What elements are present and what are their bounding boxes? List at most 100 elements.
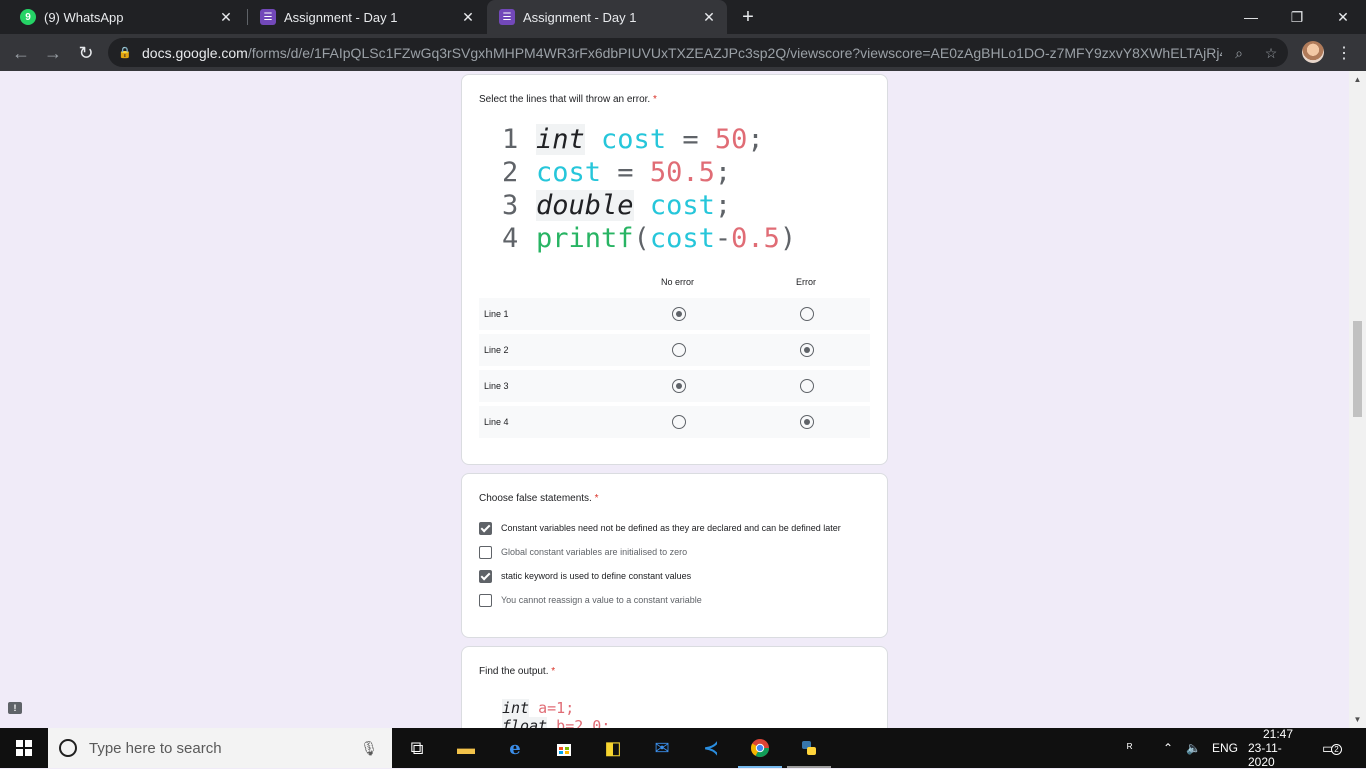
close-tab-icon[interactable]: ✕ xyxy=(699,7,719,27)
checkbox[interactable] xyxy=(479,521,492,535)
code-token: cost xyxy=(649,223,715,254)
minimize-button[interactable]: — xyxy=(1228,0,1274,34)
code-token: printf xyxy=(536,223,634,254)
mail-icon[interactable]: ✉ xyxy=(646,734,678,762)
column-header-error: Error xyxy=(796,277,816,287)
chrome-icon[interactable] xyxy=(744,734,776,762)
question-card-checkbox: Choose false statements. * Constant vari… xyxy=(461,473,888,638)
scrollbar-thumb[interactable] xyxy=(1353,321,1362,417)
back-icon[interactable]: ← xyxy=(9,41,33,65)
tab-whatsapp[interactable]: 9 (9) WhatsApp ✕ xyxy=(8,0,244,34)
restore-button[interactable]: ❐ xyxy=(1274,0,1320,34)
code-token: ; xyxy=(747,124,764,155)
store-icon[interactable] xyxy=(548,734,580,762)
code-line: float b=2.0; xyxy=(502,717,610,728)
code-line: 2 cost = 50.5; xyxy=(502,156,796,189)
code-line: 3 double cost; xyxy=(502,189,796,222)
task-view-icon[interactable]: ⧉ xyxy=(401,734,433,762)
taskbar-search-box[interactable]: Type here to search 🎙 xyxy=(48,728,392,768)
chrome-menu-icon[interactable]: ⋮ xyxy=(1336,43,1352,62)
row-label: Line 4 xyxy=(484,417,509,427)
radio-line2-error[interactable] xyxy=(800,343,814,357)
required-asterisk: * xyxy=(551,666,556,677)
forward-icon[interactable]: → xyxy=(41,41,65,65)
line-number: 1 xyxy=(502,124,519,155)
row-label: Line 1 xyxy=(484,309,509,319)
close-tab-icon[interactable]: ✕ xyxy=(458,7,478,27)
reload-icon[interactable]: ↻ xyxy=(74,41,98,65)
question-title: Choose false statements. * xyxy=(479,493,599,504)
grid-row-line-4: Line 4 xyxy=(479,406,870,438)
whatsapp-icon: 9 xyxy=(20,9,36,25)
scroll-down-icon[interactable]: ▼ xyxy=(1353,715,1362,724)
checkbox-option-4[interactable]: You cannot reassign a value to a constan… xyxy=(479,592,702,608)
new-tab-button[interactable]: + xyxy=(737,6,759,28)
code-image: 1 int cost = 50; 2 cost = 50.5; 3 double cost… xyxy=(502,123,796,255)
people-icon[interactable]: ᴿ xyxy=(1127,728,1132,768)
bookmark-star-icon[interactable]: ☆ xyxy=(1263,45,1279,61)
microphone-icon[interactable]: 🎙 xyxy=(360,740,378,757)
radio-line4-no-error[interactable] xyxy=(672,415,686,429)
code-token: ( xyxy=(633,223,650,254)
clock[interactable]: 21:47 23-11-2020 xyxy=(1248,727,1308,769)
show-hidden-icons[interactable]: ⌃ xyxy=(1163,728,1173,768)
language-indicator[interactable]: ENG xyxy=(1212,728,1238,768)
code-token: 50.5 xyxy=(649,157,715,188)
python-icon[interactable] xyxy=(793,734,825,762)
code-token: ; xyxy=(714,190,732,221)
radio-line4-error[interactable] xyxy=(800,415,814,429)
clock-date: 23-11-2020 xyxy=(1248,741,1282,769)
tab-assignment-1[interactable]: ☰ Assignment - Day 1 ✕ xyxy=(248,0,486,34)
tab-label: (9) WhatsApp xyxy=(44,9,124,25)
checkbox[interactable] xyxy=(479,569,492,583)
sticky-notes-icon[interactable]: ◧ xyxy=(597,734,629,762)
radio-line1-error[interactable] xyxy=(800,307,814,321)
checkbox[interactable] xyxy=(479,545,492,559)
row-label: Line 2 xyxy=(484,345,509,355)
code-image: int a=1; float b=2.0; xyxy=(502,699,610,728)
feedback-icon[interactable]: ! xyxy=(8,702,22,714)
row-label: Line 3 xyxy=(484,381,509,391)
checkbox[interactable] xyxy=(479,593,492,607)
checkbox-option-2[interactable]: Global constant variables are initialise… xyxy=(479,544,687,560)
question-card-output: Find the output. * int a=1; float b=2.0; xyxy=(461,646,888,728)
tab-label: Assignment - Day 1 xyxy=(284,9,398,25)
question-title: Find the output. * xyxy=(479,666,556,677)
vscode-icon[interactable]: ≺ xyxy=(695,734,727,762)
edge-icon[interactable]: e xyxy=(499,734,531,762)
radio-line1-no-error[interactable] xyxy=(672,307,686,321)
question-title: Select the lines that will throw an erro… xyxy=(479,94,657,105)
tab-assignment-2-active[interactable]: ☰ Assignment - Day 1 ✕ xyxy=(487,0,727,34)
radio-line2-no-error[interactable] xyxy=(672,343,686,357)
cortana-icon xyxy=(59,739,77,757)
action-center-icon[interactable]: ▭ 2 xyxy=(1322,728,1342,768)
code-token: cost xyxy=(536,157,602,188)
volume-icon[interactable]: 🔈 xyxy=(1186,728,1201,768)
page-scrollbar[interactable]: ▲ ▼ xyxy=(1349,71,1366,728)
radio-line3-no-error[interactable] xyxy=(672,379,686,393)
windows-start-icon[interactable] xyxy=(0,728,48,768)
checkbox-option-1[interactable]: Constant variables need not be defined a… xyxy=(479,520,841,536)
zoom-icon[interactable]: ⌕ xyxy=(1231,45,1247,61)
option-label: You cannot reassign a value to a constan… xyxy=(501,595,702,605)
code-line: 1 int cost = 50; xyxy=(502,123,796,156)
tab-label: Assignment - Day 1 xyxy=(523,9,637,25)
code-token: 0.5 xyxy=(731,223,780,254)
radio-line3-error[interactable] xyxy=(800,379,814,393)
checkbox-option-3[interactable]: static keyword is used to define constan… xyxy=(479,568,691,584)
question-card-grid: Select the lines that will throw an erro… xyxy=(461,74,888,465)
address-bar[interactable]: 🔒 docs.google.com/forms/d/e/1FAIpQLSc1FZ… xyxy=(108,38,1288,67)
profile-avatar[interactable] xyxy=(1302,41,1324,63)
code-token: ) xyxy=(779,223,797,254)
grid-row-line-1: Line 1 xyxy=(479,298,870,330)
close-window-button[interactable]: ✕ xyxy=(1320,0,1366,34)
scroll-up-icon[interactable]: ▲ xyxy=(1353,75,1362,84)
grid-row-line-2: Line 2 xyxy=(479,334,870,366)
search-placeholder: Type here to search xyxy=(89,739,222,757)
close-tab-icon[interactable]: ✕ xyxy=(216,7,236,27)
browser-toolbar: ← → ↻ 🔒 docs.google.com/forms/d/e/1FAIpQ… xyxy=(0,34,1366,71)
file-explorer-icon[interactable]: ▬ xyxy=(450,734,482,762)
line-number: 2 xyxy=(502,157,519,188)
